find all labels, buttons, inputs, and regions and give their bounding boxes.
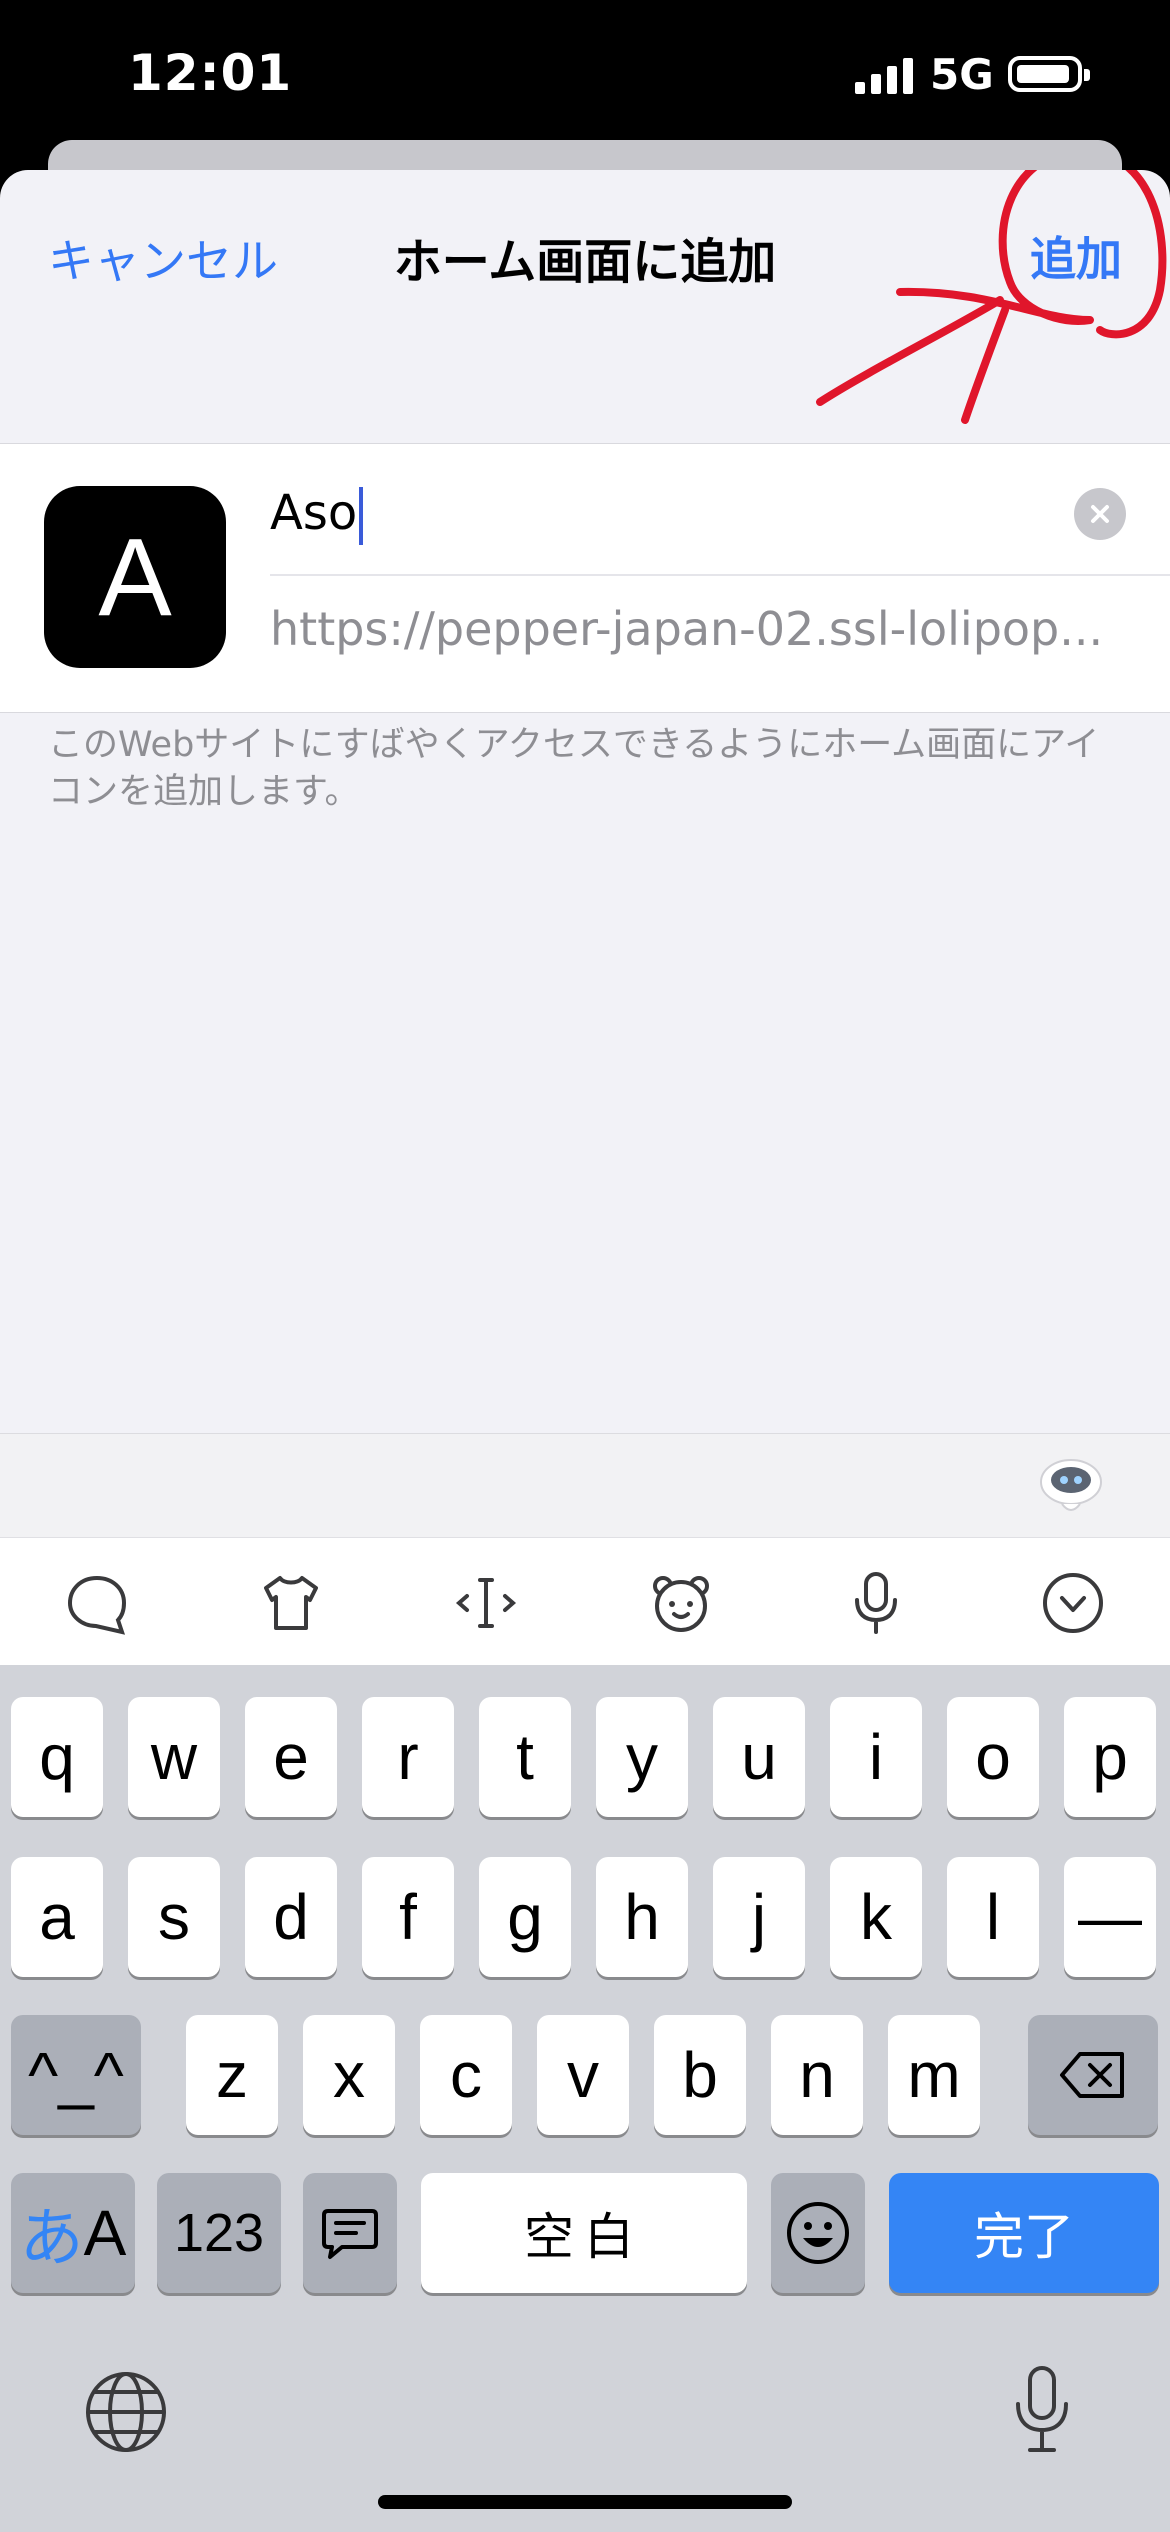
chat-icon[interactable] (64, 1570, 130, 1636)
space-key[interactable]: 空白 (421, 2173, 747, 2293)
chevron-down-icon[interactable] (1040, 1570, 1106, 1636)
key-a[interactable]: a (11, 1857, 103, 1977)
annotation-scribble (816, 170, 1167, 424)
url-field: https://pepper-japan-02.ssl-lolipop... (270, 602, 1104, 656)
key-z[interactable]: z (186, 2015, 278, 2135)
app-icon-preview: A (44, 486, 226, 668)
key-v[interactable]: v (537, 2015, 629, 2135)
key-b[interactable]: b (654, 2015, 746, 2135)
keyboard-toolbar (0, 1537, 1170, 1667)
key-s[interactable]: s (128, 1857, 220, 1977)
home-indicator (378, 2495, 792, 2509)
key-e[interactable]: e (245, 1697, 337, 1817)
dictation-microphone-icon[interactable] (1010, 2364, 1074, 2454)
add-to-home-sheet: キャンセル ホーム画面に追加 追加 A Aso https://pepper-j… (0, 170, 1170, 1433)
key-i[interactable]: i (830, 1697, 922, 1817)
done-key[interactable]: 完了 (889, 2173, 1159, 2293)
field-divider (270, 574, 1170, 576)
shirt-icon[interactable] (258, 1570, 324, 1636)
key-t[interactable]: t (479, 1697, 571, 1817)
globe-icon[interactable] (84, 2370, 168, 2454)
cursor-icon[interactable] (453, 1570, 519, 1636)
key-d[interactable]: d (245, 1857, 337, 1977)
clear-icon[interactable] (1074, 488, 1126, 540)
key-f[interactable]: f (362, 1857, 454, 1977)
microphone-icon[interactable] (843, 1570, 909, 1636)
bookmark-card: A Aso https://pepper-japan-02.ssl-lolipo… (0, 443, 1170, 713)
signal-icon (855, 58, 913, 94)
emoji-icon[interactable] (771, 2173, 865, 2293)
key-h[interactable]: h (596, 1857, 688, 1977)
key-q[interactable]: q (11, 1697, 103, 1817)
network-type: 5G (930, 50, 994, 99)
robot-icon[interactable] (1038, 1456, 1104, 1518)
key-m[interactable]: m (888, 2015, 980, 2135)
key-l[interactable]: l (947, 1857, 1039, 1977)
delete-icon[interactable] (1028, 2015, 1158, 2135)
key-j[interactable]: j (713, 1857, 805, 1977)
bear-face-icon[interactable] (648, 1570, 714, 1636)
latin-label: A (83, 2197, 127, 2269)
text-caret (359, 487, 364, 545)
key-o[interactable]: o (947, 1697, 1039, 1817)
description-text: このWebサイトにすばやくアクセスできるようにホーム画面にアイコンを追加します。 (48, 725, 1100, 812)
key-x[interactable]: x (303, 2015, 395, 2135)
key-p[interactable]: p (1064, 1697, 1156, 1817)
kana-label: あ (19, 2202, 84, 2274)
comment-icon[interactable] (303, 2173, 397, 2293)
status-time: 12:01 (128, 44, 293, 102)
key-r[interactable]: r (362, 1697, 454, 1817)
key-c[interactable]: c (420, 2015, 512, 2135)
name-value: Aso (270, 485, 358, 541)
status-bar: 12:01 5G (0, 0, 1170, 150)
key-g[interactable]: g (479, 1857, 571, 1977)
key-dash[interactable]: — (1064, 1857, 1156, 1977)
kana-switch-key[interactable]: あA (11, 2173, 135, 2293)
emoticon-key[interactable]: ^_^ (11, 2015, 141, 2135)
suggestion-bar (0, 1433, 1170, 1538)
key-u[interactable]: u (713, 1697, 805, 1817)
key-y[interactable]: y (596, 1697, 688, 1817)
key-k[interactable]: k (830, 1857, 922, 1977)
name-input[interactable]: Aso (270, 478, 1050, 548)
battery-icon (1008, 56, 1090, 92)
key-n[interactable]: n (771, 2015, 863, 2135)
numbers-key[interactable]: 123 (157, 2173, 281, 2293)
key-w[interactable]: w (128, 1697, 220, 1817)
